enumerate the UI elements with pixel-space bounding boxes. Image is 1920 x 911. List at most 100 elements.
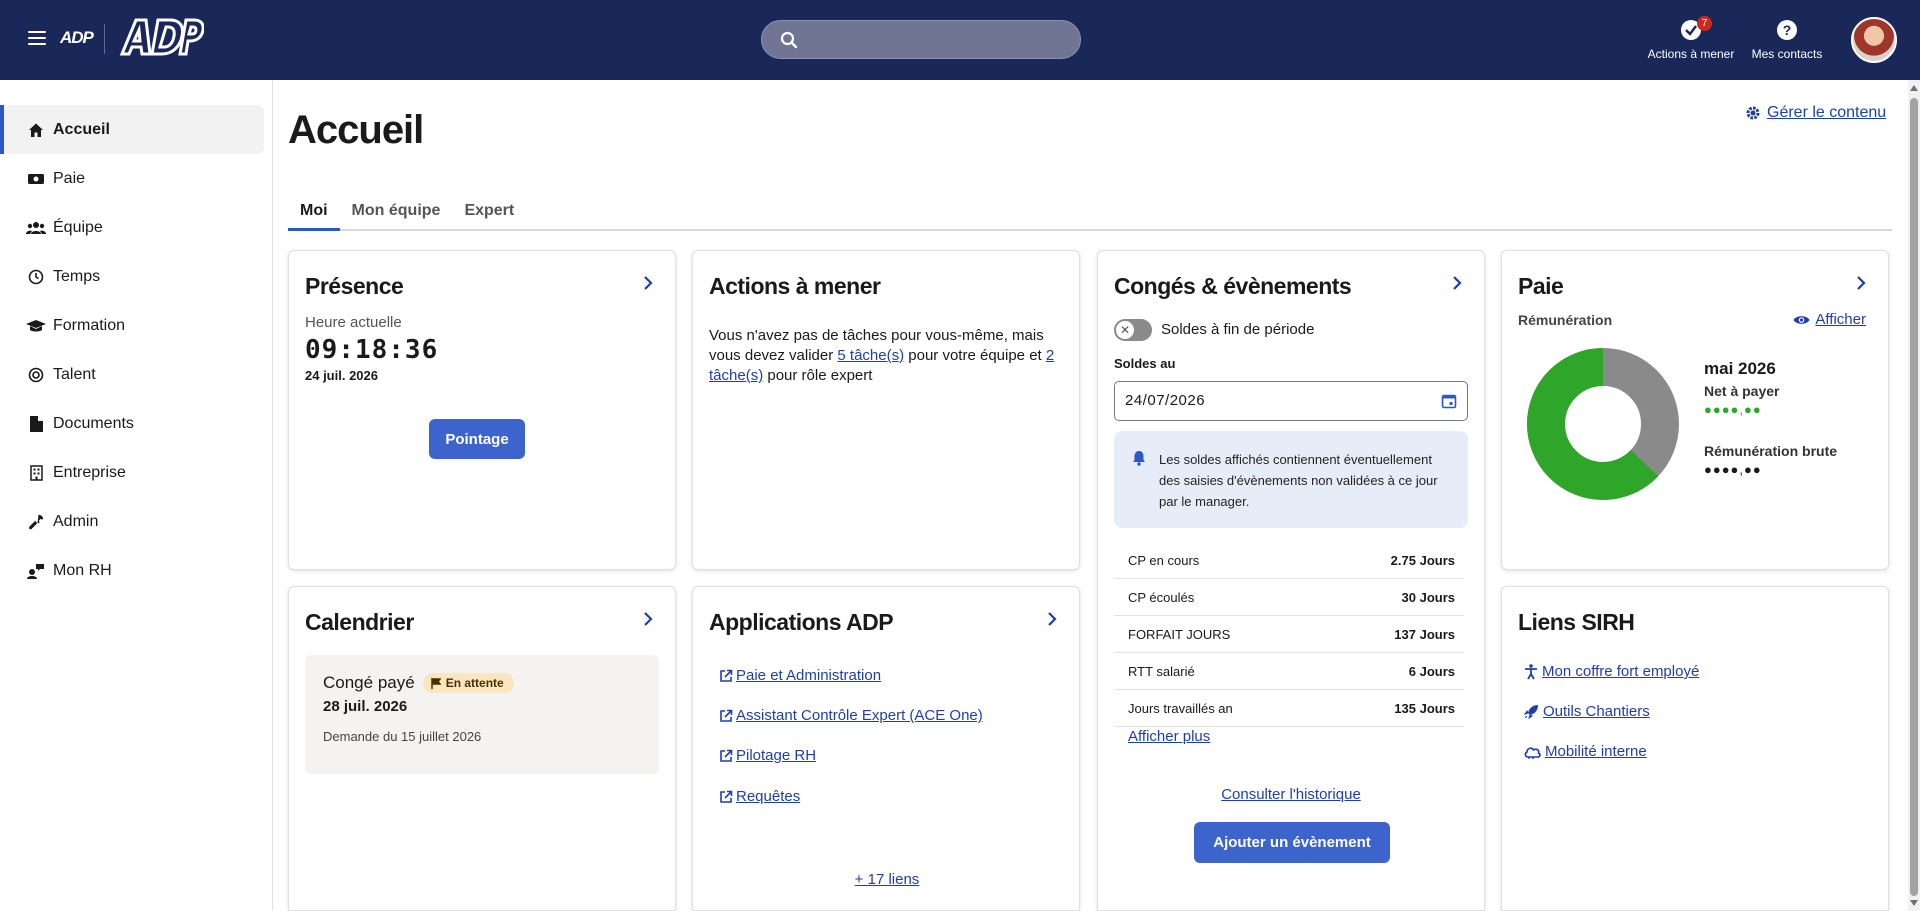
end-period-label: Soldes à fin de période bbox=[1161, 321, 1315, 338]
actions-label: Actions à mener bbox=[1647, 47, 1735, 61]
sirh-link-chantiers[interactable]: Outils Chantiers bbox=[1524, 703, 1650, 720]
close-icon: ✕ bbox=[1116, 321, 1134, 339]
calendar-icon[interactable] bbox=[1441, 393, 1457, 409]
balance-label: Jours travaillés an bbox=[1128, 700, 1233, 716]
adp-small-logo[interactable]: ADP bbox=[60, 28, 94, 48]
net-pay-label: Net à payer bbox=[1704, 383, 1780, 399]
balance-value: 30 Jours bbox=[1401, 589, 1455, 605]
app-link-requetes[interactable]: Requêtes bbox=[719, 788, 800, 805]
external-link-icon bbox=[720, 709, 733, 722]
tab-moi[interactable]: Moi bbox=[288, 198, 340, 231]
sidebar-item-label: Accueil bbox=[53, 120, 110, 138]
sidebar-item-documents[interactable]: Documents bbox=[0, 399, 272, 448]
sidebar-item-paie[interactable]: Paie bbox=[0, 154, 272, 203]
sidebar-item-label: Mon RH bbox=[53, 561, 112, 579]
sirh-link-coffre[interactable]: Mon coffre fort employé bbox=[1524, 663, 1699, 680]
leave-title: Congés & évènements bbox=[1114, 273, 1352, 299]
flag-icon bbox=[430, 677, 441, 689]
team-icon bbox=[26, 221, 46, 235]
balance-label: CP en cours bbox=[1128, 552, 1200, 568]
balance-label: CP écoulés bbox=[1128, 589, 1195, 605]
tab-expert[interactable]: Expert bbox=[452, 198, 526, 231]
sidebar-item-temps[interactable]: Temps bbox=[0, 252, 272, 301]
chevron-right-icon[interactable] bbox=[643, 611, 653, 627]
actions-button[interactable]: 7 Actions à mener bbox=[1641, 16, 1741, 61]
sidebar-item-mon-rh[interactable]: Mon RH bbox=[0, 546, 272, 595]
top-bar: ADP 7 Actions à mener ? Mes contacts bbox=[0, 0, 1920, 80]
sidebar-item-entreprise[interactable]: Entreprise bbox=[0, 448, 272, 497]
clock-in-button[interactable]: Pointage bbox=[429, 419, 525, 459]
table-row: CP écoulés 30 Jours bbox=[1114, 579, 1464, 616]
sidebar-item-admin[interactable]: Admin bbox=[0, 497, 272, 546]
balance-label: RTT salarié bbox=[1128, 663, 1195, 679]
sidebar-item-equipe[interactable]: Équipe bbox=[0, 203, 272, 252]
status-label: En attente bbox=[445, 676, 504, 690]
balance-date-field[interactable]: 24/07/2026 bbox=[1114, 381, 1468, 421]
search-input[interactable] bbox=[761, 20, 1081, 59]
sirh-link-mobilite[interactable]: Mobilité interne bbox=[1524, 743, 1647, 760]
app-link-label: Paie et Administration bbox=[736, 667, 882, 684]
accessibility-icon bbox=[1525, 663, 1537, 679]
actions-text: Vous n'avez pas de tâches pour vous-même… bbox=[709, 326, 1069, 386]
presence-title: Présence bbox=[305, 273, 404, 299]
presence-date: 24 juil. 2026 bbox=[305, 368, 378, 383]
more-links-link[interactable]: + 17 liens bbox=[693, 871, 1081, 888]
balance-value: 137 Jours bbox=[1394, 626, 1455, 642]
app-link-pilotage[interactable]: Pilotage RH bbox=[719, 747, 816, 764]
end-period-toggle[interactable]: ✕ bbox=[1114, 319, 1152, 341]
show-pay-link[interactable]: Afficher bbox=[1793, 311, 1866, 328]
avatar[interactable] bbox=[1851, 17, 1897, 63]
manage-content-link[interactable]: Gérer le contenu bbox=[1745, 104, 1886, 122]
sirh-link-label: Mon coffre fort employé bbox=[1542, 663, 1700, 680]
help-icon: ? bbox=[1777, 20, 1797, 40]
sidebar: Accueil Paie Équipe Temps Formation Tale… bbox=[0, 80, 273, 911]
contacts-button[interactable]: ? Mes contacts bbox=[1737, 16, 1837, 61]
chevron-right-icon[interactable] bbox=[1047, 611, 1057, 627]
sidebar-item-formation[interactable]: Formation bbox=[0, 301, 272, 350]
show-more-link[interactable]: Afficher plus bbox=[1128, 728, 1210, 745]
add-event-button[interactable]: Ajouter un évènement bbox=[1194, 822, 1390, 863]
leave-request-item[interactable]: Congé payé En attente 28 juil. 2026 Dema… bbox=[305, 655, 659, 774]
chevron-right-icon[interactable] bbox=[643, 275, 653, 291]
leave-date: 28 juil. 2026 bbox=[323, 698, 408, 715]
menu-icon[interactable] bbox=[28, 31, 46, 45]
sidebar-item-label: Équipe bbox=[53, 218, 103, 236]
table-row: Jours travaillés an 135 Jours bbox=[1114, 690, 1464, 727]
leave-request-date: Demande du 15 juillet 2026 bbox=[323, 729, 482, 744]
sidebar-item-talent[interactable]: Talent bbox=[0, 350, 272, 399]
adp-logo[interactable] bbox=[114, 16, 204, 60]
logo-divider bbox=[104, 24, 105, 54]
actions-badge: 7 bbox=[1697, 16, 1712, 31]
sidebar-item-label: Formation bbox=[53, 316, 126, 334]
page-scrollbar[interactable] bbox=[1908, 80, 1920, 911]
actions-text-after: pour rôle expert bbox=[763, 367, 873, 384]
app-link-ace[interactable]: Assistant Contrôle Expert (ACE One) bbox=[719, 707, 983, 724]
sirh-link-label: Outils Chantiers bbox=[1543, 703, 1650, 720]
target-icon bbox=[26, 367, 46, 383]
pay-title: Paie bbox=[1518, 273, 1564, 299]
money-icon bbox=[26, 172, 46, 186]
scroll-down-arrow[interactable] bbox=[1910, 900, 1918, 906]
app-link-paie[interactable]: Paie et Administration bbox=[719, 667, 881, 684]
app-link-label: Assistant Contrôle Expert (ACE One) bbox=[736, 707, 983, 724]
app-link-label: Pilotage RH bbox=[736, 747, 817, 764]
sidebar-item-label: Talent bbox=[53, 365, 96, 383]
sidebar-item-label: Entreprise bbox=[53, 463, 126, 481]
chevron-right-icon[interactable] bbox=[1856, 275, 1866, 291]
team-tasks-link[interactable]: 5 tâche(s) bbox=[837, 347, 904, 364]
history-link[interactable]: Consulter l'historique bbox=[1098, 786, 1484, 803]
gear-icon bbox=[1746, 106, 1760, 120]
balance-value: 6 Jours bbox=[1408, 663, 1455, 679]
chevron-right-icon[interactable] bbox=[1452, 275, 1462, 291]
scroll-up-arrow[interactable] bbox=[1910, 85, 1918, 91]
leave-type: Congé payé bbox=[323, 673, 415, 692]
pay-donut-chart bbox=[1527, 348, 1679, 500]
wrench-icon bbox=[26, 514, 46, 530]
sidebar-item-label: Paie bbox=[53, 169, 86, 187]
tab-mon-equipe[interactable]: Mon équipe bbox=[340, 198, 453, 231]
sidebar-item-label: Documents bbox=[53, 414, 134, 432]
cloud-icon bbox=[1524, 746, 1541, 759]
sidebar-item-accueil[interactable]: Accueil bbox=[0, 105, 264, 154]
scroll-thumb[interactable] bbox=[1910, 98, 1918, 896]
table-row: RTT salarié 6 Jours bbox=[1114, 653, 1464, 690]
